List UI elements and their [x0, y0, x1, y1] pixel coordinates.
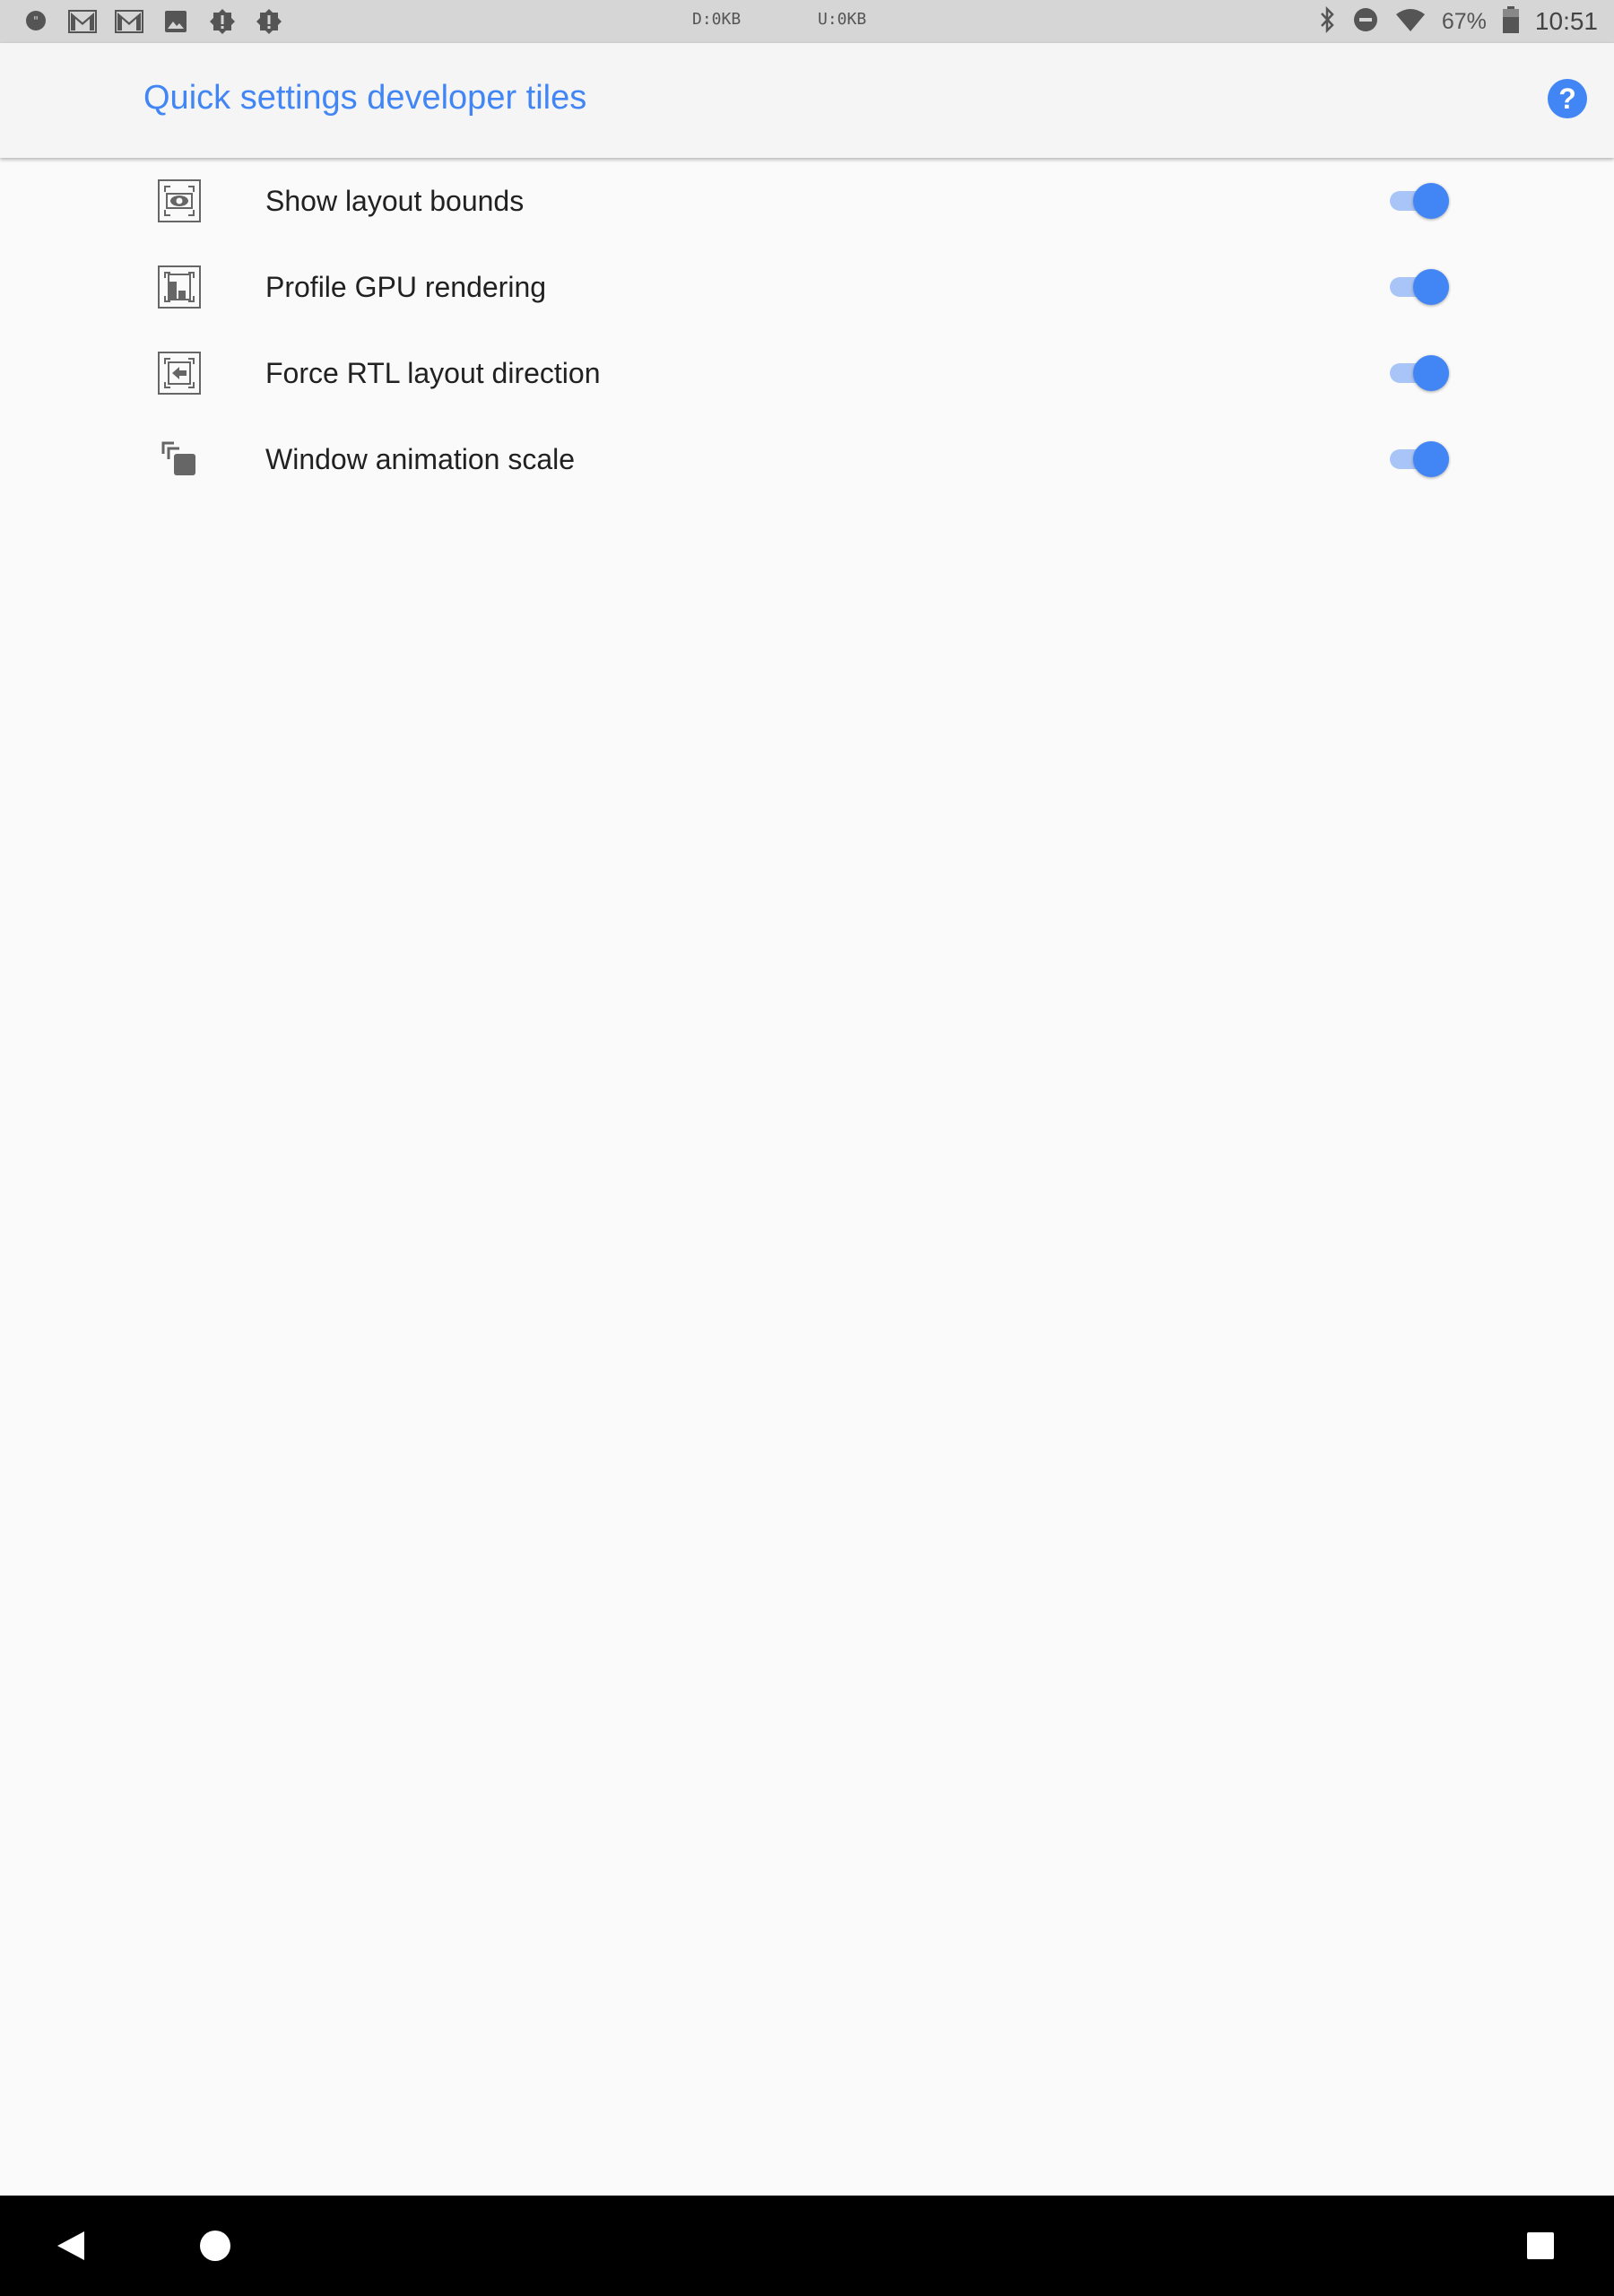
clock: 10:51 — [1534, 7, 1598, 35]
help-icon: ? — [1558, 83, 1576, 115]
back-button[interactable] — [22, 2196, 122, 2296]
tile-row-show-layout-bounds[interactable]: Show layout bounds — [0, 158, 1614, 244]
tile-label: Force RTL layout direction — [265, 357, 601, 389]
alert-icon — [206, 6, 239, 37]
upload-speed: U:0KB — [818, 10, 867, 29]
tile-label: Profile GPU rendering — [265, 271, 547, 303]
bluetooth-icon — [1318, 5, 1336, 38]
svg-text:": " — [33, 15, 39, 29]
tile-row-force-rtl[interactable]: Force RTL layout direction — [0, 330, 1614, 416]
help-button[interactable]: ? — [1548, 79, 1587, 118]
switch-thumb — [1413, 441, 1449, 477]
tile-row-window-animation-scale[interactable]: Window animation scale — [0, 416, 1614, 502]
recents-button[interactable] — [1490, 2196, 1591, 2296]
download-speed: D:0KB — [692, 10, 742, 29]
rtl-direction-icon — [156, 350, 203, 396]
tile-label: Window animation scale — [265, 443, 576, 475]
app-bar: Quick settings developer tiles ? — [0, 43, 1614, 158]
switch-thumb — [1413, 269, 1449, 305]
profile-gpu-rendering-toggle[interactable] — [1388, 269, 1449, 305]
window-animation-scale-toggle[interactable] — [1388, 441, 1449, 477]
do-not-disturb-icon — [1352, 6, 1379, 38]
wifi-icon — [1395, 7, 1426, 37]
layout-bounds-icon — [156, 178, 203, 224]
gpu-rendering-icon — [156, 264, 203, 310]
tile-row-profile-gpu-rendering[interactable]: Profile GPU rendering — [0, 244, 1614, 330]
back-icon — [57, 2231, 84, 2260]
battery-icon — [1502, 5, 1519, 38]
gmail-icon — [66, 6, 99, 37]
tile-label: Show layout bounds — [265, 185, 525, 217]
notification-icons: " — [20, 6, 285, 37]
show-layout-bounds-toggle[interactable] — [1388, 183, 1449, 219]
force-rtl-toggle[interactable] — [1388, 355, 1449, 391]
recents-icon — [1527, 2232, 1554, 2259]
alert-icon — [253, 6, 285, 37]
page-title: Quick settings developer tiles — [143, 79, 587, 117]
hangouts-icon: " — [20, 6, 52, 37]
system-status: 67% 10:51 — [1318, 0, 1598, 43]
home-icon — [200, 2231, 230, 2261]
animation-scale-icon — [156, 436, 203, 483]
navigation-bar — [0, 2196, 1614, 2296]
status-bar: " D:0KB U:0KB 67% 10:51 — [0, 0, 1614, 43]
tiles-list: Show layout bounds Profile GPU rendering — [0, 158, 1614, 502]
gmail-icon — [113, 6, 145, 37]
battery-percent: 67% — [1441, 8, 1487, 34]
switch-thumb — [1413, 355, 1449, 391]
switch-thumb — [1413, 183, 1449, 219]
photo-icon — [160, 6, 192, 37]
home-button[interactable] — [165, 2196, 265, 2296]
